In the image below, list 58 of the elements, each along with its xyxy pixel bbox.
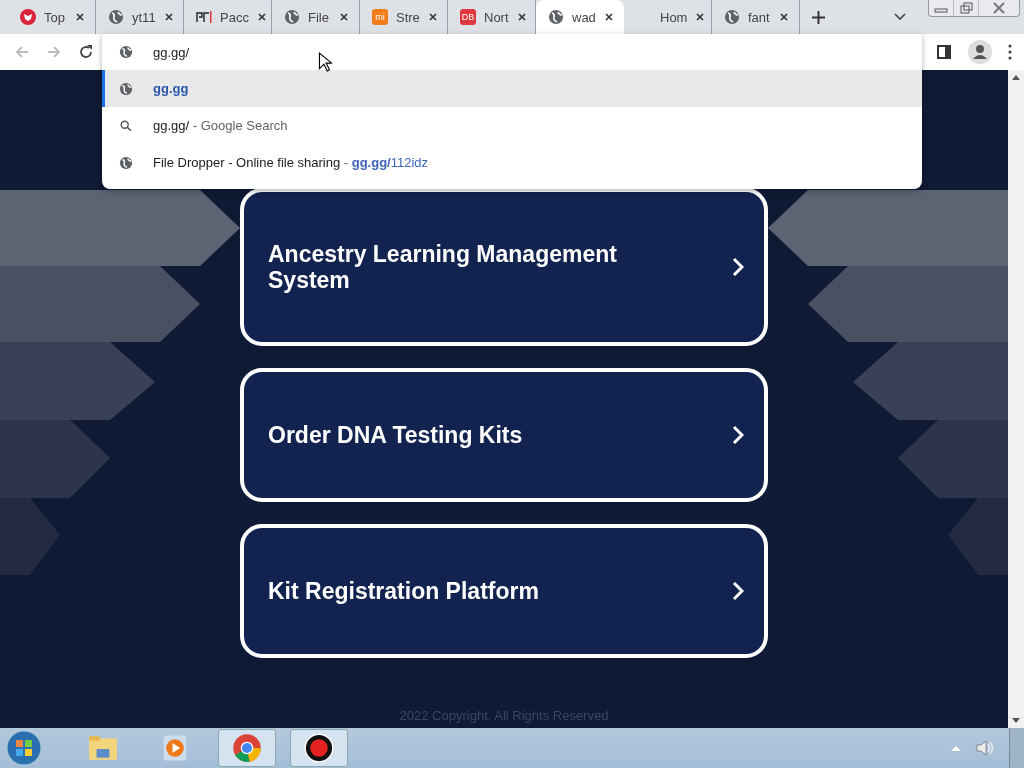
side-panel-icon[interactable] [936,44,952,60]
suggestion-text: File Dropper - Online file sharing - gg.gg/112idz [153,155,429,170]
folder-icon [88,733,118,763]
reload-icon[interactable] [78,44,94,60]
browser-tab[interactable]: wad [536,0,624,34]
mouse-cursor-icon [318,52,332,72]
globe-icon [119,81,133,96]
close-icon[interactable] [603,12,614,22]
close-icon[interactable] [695,12,706,22]
tab-title: Nort [484,9,509,25]
link-card[interactable]: Kit Registration Platform [240,524,768,658]
search-icon [119,118,133,133]
link-card[interactable]: Order DNA Testing Kits [240,368,768,502]
close-icon[interactable] [163,12,174,22]
start-button-icon[interactable] [6,730,42,766]
suggestion-text: gg.gg/ - Google Search [153,118,288,133]
site-logo: DB [460,9,476,25]
suggestion-item[interactable]: File Dropper - Online file sharing - gg.gg/112idz [102,144,922,181]
tab-title: wad [572,9,596,25]
tab-title: Top [44,9,66,25]
globe-icon [108,9,124,25]
close-icon[interactable] [427,12,438,22]
chevron-right-icon [732,581,744,601]
close-icon[interactable] [75,12,85,22]
more-menu-icon[interactable] [1008,44,1012,60]
tab-title: Pacc [220,9,249,25]
close-icon[interactable] [339,12,349,22]
globe-icon [119,45,133,59]
chevron-right-icon [732,257,744,277]
suggestion-item[interactable]: gg.gg/ - Google Search [102,107,922,144]
taskbar-app[interactable] [290,729,348,767]
close-icon[interactable] [779,12,789,22]
logo-icon [196,9,212,25]
suggestion-item[interactable]: gg.gg [102,70,922,107]
tab-title: fant [748,9,771,25]
chevron-right-icon [732,425,744,445]
scroll-up-icon[interactable] [1012,74,1020,80]
address-input[interactable]: gg.gg/ [153,44,190,60]
tab-title: yt11 [132,9,156,25]
close-icon[interactable] [516,12,527,22]
link-card[interactable]: Ancestry Learning Management System [240,188,768,346]
site-logo: mi [372,9,388,25]
globe-icon [284,9,300,25]
chevron-down-icon[interactable] [894,13,906,21]
profile-avatar-icon[interactable] [968,40,992,64]
globe-icon [119,155,133,170]
globe-icon [548,9,564,25]
suggestion-text: gg.gg [153,81,189,96]
chrome-icon [232,733,262,763]
tab-title: File [308,9,330,25]
scrollbar[interactable] [1008,70,1024,728]
globe-icon [724,9,740,25]
record-icon [304,733,334,763]
close-icon[interactable] [256,12,267,22]
scroll-down-icon[interactable] [1012,718,1020,724]
tab-title: Stre [396,9,420,25]
tab-title: Hom [660,9,688,25]
new-tab-icon[interactable] [812,10,825,24]
